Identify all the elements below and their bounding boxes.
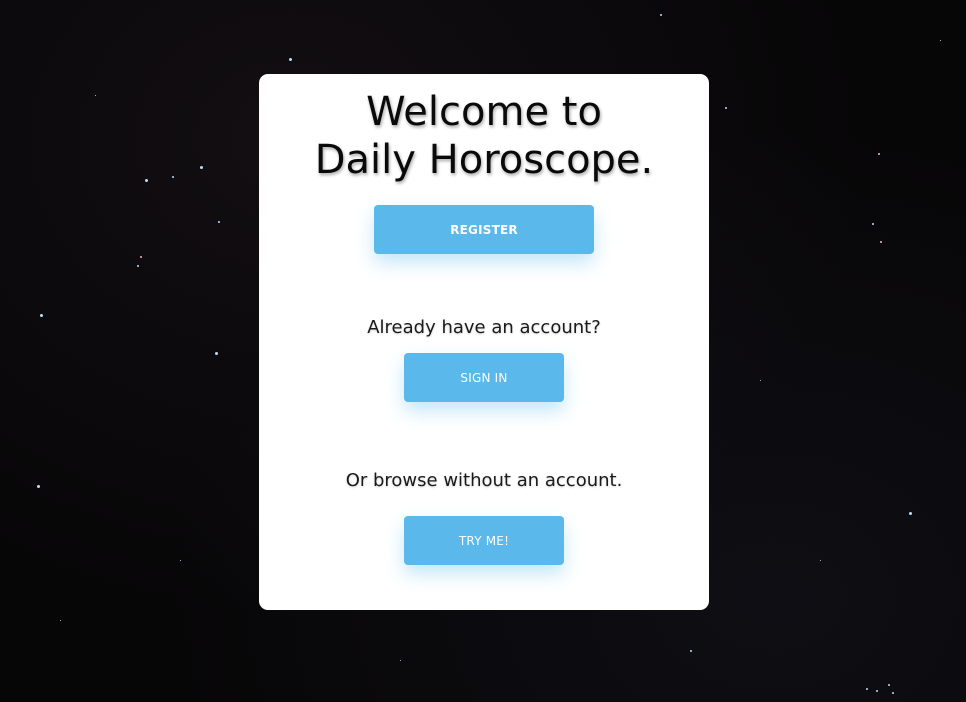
star xyxy=(866,688,868,690)
sign-in-prompt: Already have an account? xyxy=(367,317,601,338)
register-button[interactable]: REGISTER xyxy=(374,205,594,254)
star xyxy=(40,314,43,317)
star xyxy=(820,560,821,561)
star xyxy=(145,179,148,182)
star xyxy=(940,40,941,41)
star xyxy=(289,58,292,61)
page-title: Welcome to Daily Horoscope. xyxy=(259,88,709,184)
star xyxy=(172,176,174,178)
browse-prompt: Or browse without an account. xyxy=(345,470,623,491)
title-line-1: Welcome to xyxy=(366,89,602,135)
star xyxy=(137,265,139,267)
star xyxy=(37,485,40,488)
star xyxy=(60,620,61,621)
star xyxy=(888,684,890,686)
star xyxy=(400,660,401,661)
star xyxy=(218,221,220,223)
star xyxy=(880,241,882,243)
sign-in-button[interactable]: SIGN IN xyxy=(404,353,564,402)
star xyxy=(872,223,874,225)
star xyxy=(878,153,880,155)
welcome-card: Welcome to Daily Horoscope. REGISTER Alr… xyxy=(259,74,709,610)
star xyxy=(725,107,727,109)
star xyxy=(660,14,662,16)
star xyxy=(760,380,761,381)
star xyxy=(200,166,203,169)
star xyxy=(690,650,692,652)
star xyxy=(909,512,912,515)
try-me-button[interactable]: TRY ME! xyxy=(404,516,564,565)
star xyxy=(215,352,218,355)
star xyxy=(180,560,181,561)
title-line-2: Daily Horoscope. xyxy=(314,137,654,183)
star xyxy=(892,692,894,694)
star xyxy=(876,690,878,692)
star xyxy=(140,256,142,258)
star xyxy=(95,95,96,96)
